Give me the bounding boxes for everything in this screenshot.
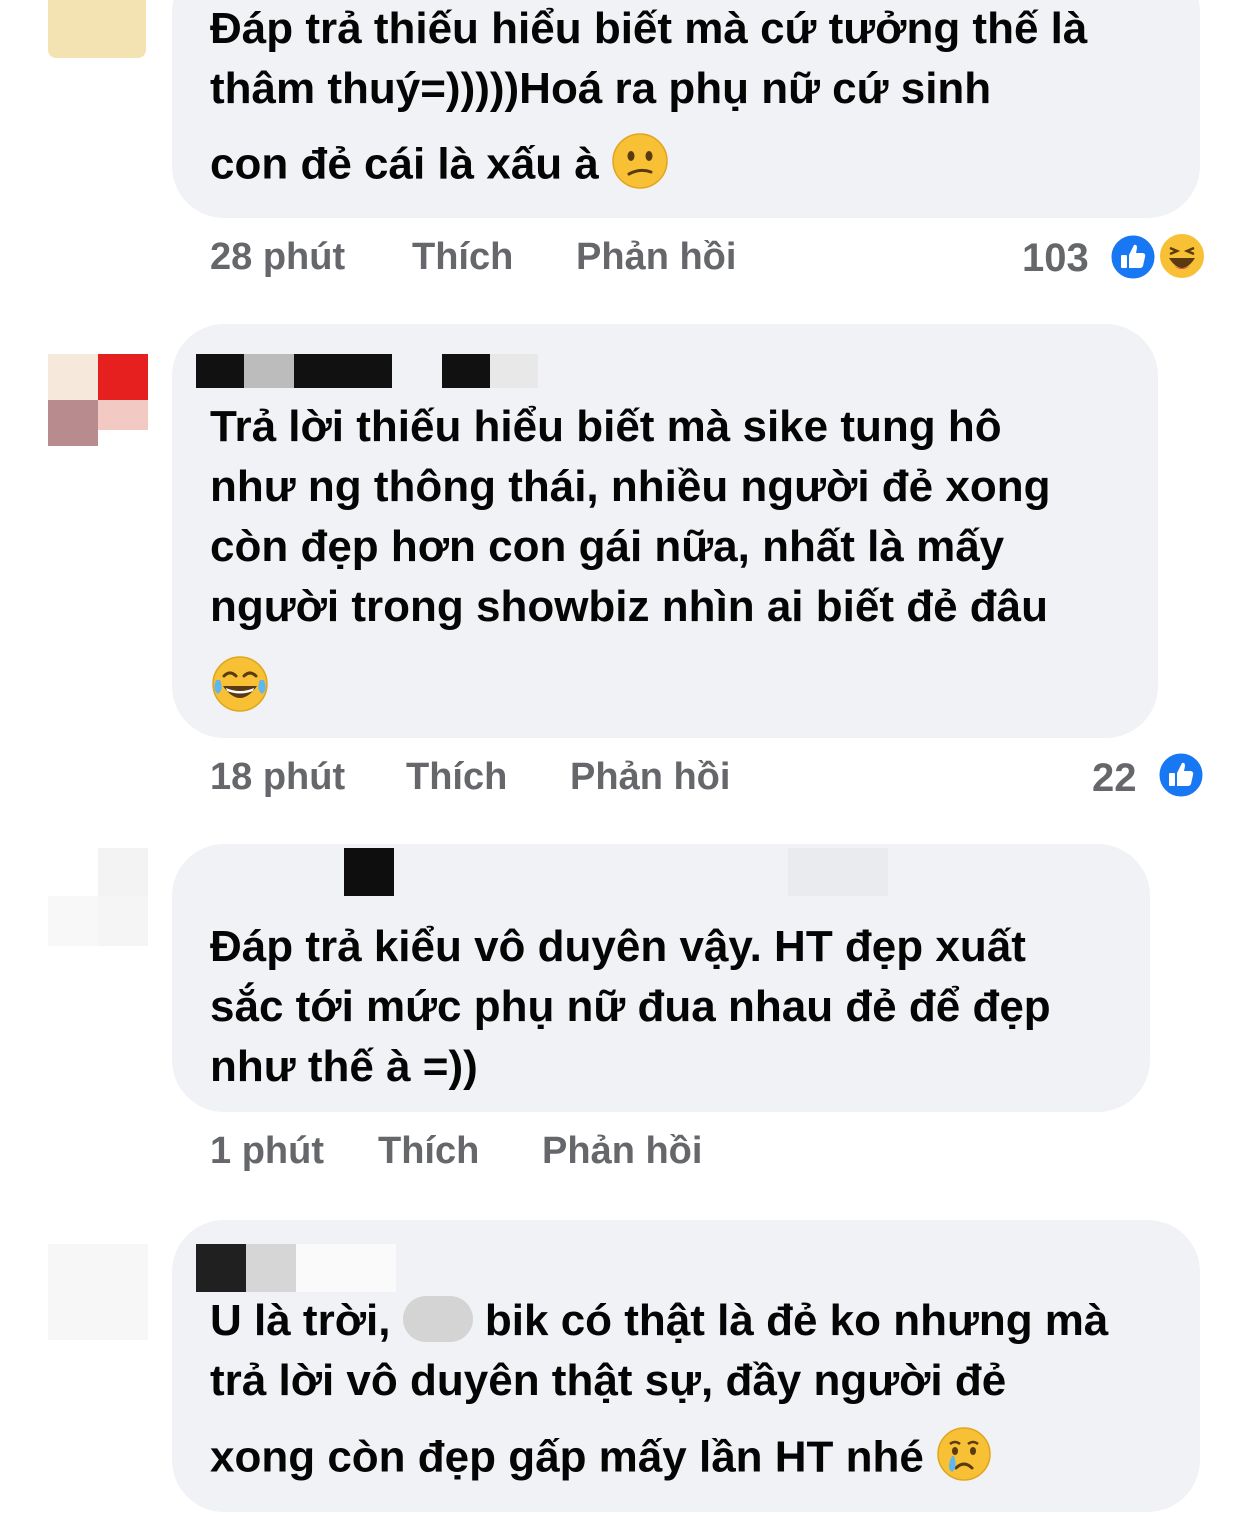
comment-text: U là trời,: [210, 1296, 391, 1345]
redacted-author-name[interactable]: [196, 354, 544, 388]
avatar[interactable]: [48, 848, 148, 948]
comment-time: 18 phút: [210, 756, 346, 798]
comment-text-line: sắc tới mức phụ nữ đua nhau đẻ để đẹp: [210, 982, 1051, 1031]
comment-text: bik có thật là đẻ ko nhưng mà: [484, 1296, 1109, 1345]
reaction-count[interactable]: 103: [1022, 236, 1089, 281]
like-icon[interactable]: [1108, 232, 1158, 282]
comment-text-line: như ng thông thái, nhiều người đẻ xong: [210, 462, 1051, 511]
like-icon[interactable]: [1156, 750, 1206, 800]
comment-text-line: còn đẹp hơn con gái nữa, nhất là mấy: [210, 522, 1005, 571]
comment-text: xong còn đẹp gấp mấy lần HT nhé: [210, 1432, 924, 1482]
haha-icon[interactable]: [1158, 232, 1206, 280]
comment-text-line: trả lời vô duyên thật sự, đầy người đẻ: [210, 1356, 1007, 1405]
redacted-mention: [402, 1296, 473, 1343]
comment-text-line: Trả lời thiếu hiểu biết mà sike tung hô: [210, 402, 1002, 451]
redacted-author-name[interactable]: [344, 848, 394, 896]
reaction-count[interactable]: 22: [1092, 756, 1137, 801]
comment-text-line: Đáp trả thiếu hiểu biết mà cứ tưởng thế …: [210, 4, 1088, 53]
tears-of-joy-icon: [210, 654, 270, 714]
crying-face-icon: [936, 1426, 992, 1482]
redacted-author-name[interactable]: [196, 1244, 396, 1292]
avatar[interactable]: [48, 1244, 148, 1340]
like-button[interactable]: Thích: [378, 1130, 479, 1173]
comment-text-line: người trong showbiz nhìn ai biết đẻ đâu: [210, 582, 1048, 631]
like-button[interactable]: Thích: [412, 236, 513, 279]
confused-face-icon: [611, 132, 669, 190]
reply-button[interactable]: Phản hồi: [576, 236, 736, 279]
avatar[interactable]: [48, 354, 148, 446]
comment-text-line: U là trời, bik có thật là đẻ ko nhưng mà: [210, 1296, 1108, 1346]
comment-time: 1 phút: [210, 1130, 324, 1172]
comment-text-line: xong còn đẹp gấp mấy lần HT nhé: [210, 1427, 992, 1488]
like-button[interactable]: Thích: [406, 756, 507, 799]
comment-text-line: thâm thuý=)))))Hoá ra phụ nữ cứ sinh: [210, 64, 992, 113]
avatar[interactable]: [48, 0, 146, 58]
comment-time: 28 phút: [210, 236, 346, 278]
comment-text-line: Đáp trả kiểu vô duyên vậy. HT đẹp xuất: [210, 922, 1026, 971]
redaction-block: [788, 848, 888, 896]
comment-text-line: như thế à =)): [210, 1042, 478, 1091]
reply-button[interactable]: Phản hồi: [570, 756, 730, 799]
reply-button[interactable]: Phản hồi: [542, 1130, 702, 1173]
comment-text-line: con đẻ cái là xấu à: [210, 133, 669, 196]
comment-text: con đẻ cái là xấu à: [210, 139, 599, 189]
